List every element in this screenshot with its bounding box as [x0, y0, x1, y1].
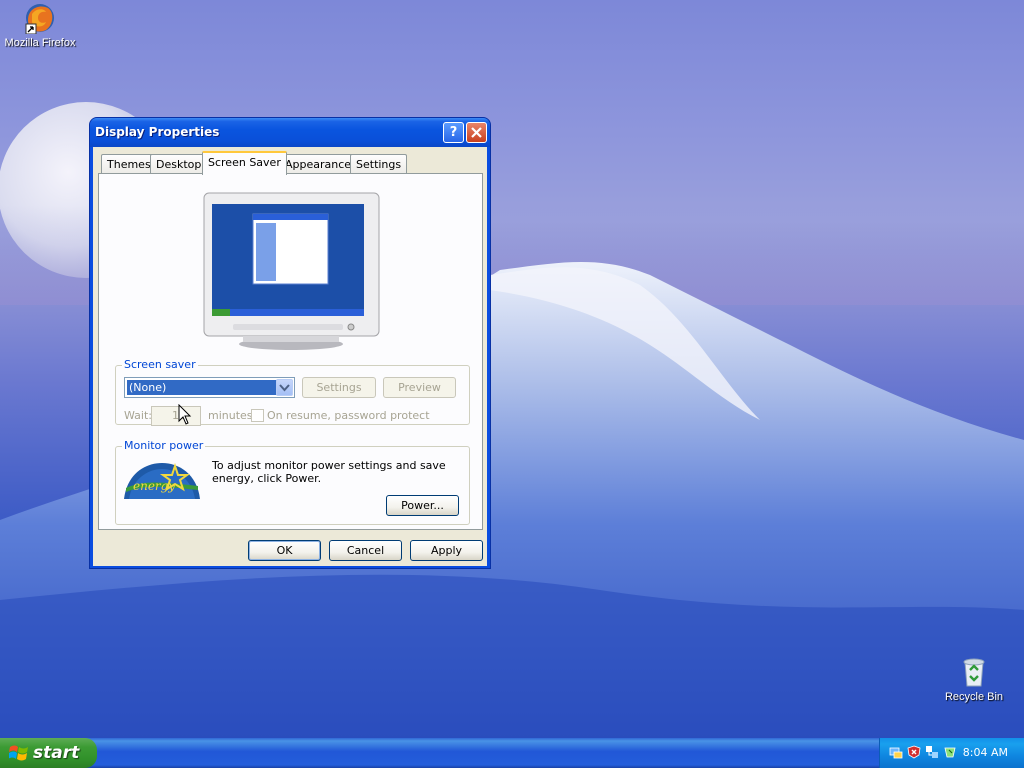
network-icon[interactable]	[889, 745, 903, 759]
screen-saver-panel: Screen saver (None) Settings Preview Wai…	[98, 173, 483, 530]
password-protect-label: On resume, password protect	[267, 409, 430, 422]
screen-saver-selected-value: (None)	[127, 380, 277, 395]
monitor-power-group-label: Monitor power	[122, 439, 206, 452]
power-button[interactable]: Power...	[386, 495, 459, 516]
security-shield-icon[interactable]	[907, 745, 921, 759]
tab-settings[interactable]: Settings	[350, 154, 408, 174]
desktop-icon-label: Mozilla Firefox	[4, 37, 76, 49]
tab-screen-saver[interactable]: Screen Saver	[202, 151, 287, 175]
start-label: start	[33, 743, 80, 763]
chevron-down-icon	[279, 384, 290, 392]
taskbar: start 8:04 AM	[0, 738, 1024, 768]
display-properties-window: Display Properties ? Themes Desktop Scre…	[89, 117, 491, 569]
tab-desktop[interactable]: Desktop	[150, 154, 208, 174]
settings-button[interactable]: Settings	[302, 377, 376, 398]
tab-appearance[interactable]: Appearance	[279, 154, 358, 174]
close-button[interactable]	[466, 122, 487, 143]
desktop-icon-recycle-bin[interactable]: Recycle Bin	[934, 656, 1014, 703]
title-bar[interactable]: Display Properties ?	[90, 118, 490, 147]
tab-themes[interactable]: Themes	[101, 154, 157, 174]
start-button[interactable]: start	[0, 738, 97, 768]
desktop-icon-firefox[interactable]: Mozilla Firefox	[0, 2, 80, 49]
wait-minutes-input[interactable]: 10	[151, 406, 201, 426]
monitor-power-group: Monitor power energy To adjust monitor p…	[115, 439, 470, 525]
windows-logo-icon	[9, 745, 28, 761]
energy-star-logo: energy	[124, 462, 200, 499]
minutes-label: minutes	[208, 409, 253, 422]
ok-button[interactable]: OK	[248, 540, 321, 561]
apply-button[interactable]: Apply	[410, 540, 483, 561]
desktop-icon-label: Recycle Bin	[944, 691, 1004, 703]
energy-logo-text: energy	[133, 479, 175, 493]
wait-label: Wait:	[124, 409, 152, 422]
screen-saver-group-label: Screen saver	[122, 358, 198, 371]
system-tray: 8:04 AM	[879, 738, 1024, 768]
window-title: Display Properties	[95, 125, 220, 139]
monitor-power-description: To adjust monitor power settings and sav…	[212, 459, 446, 485]
help-button[interactable]: ?	[443, 122, 464, 143]
close-icon	[471, 127, 482, 138]
update-icon[interactable]	[943, 745, 957, 759]
dialog-client-area: Themes Desktop Screen Saver Appearance S…	[93, 147, 487, 566]
monitor-preview	[203, 192, 380, 350]
firefox-icon	[25, 4, 54, 34]
preview-button[interactable]: Preview	[383, 377, 456, 398]
recycle-bin-icon	[963, 658, 985, 687]
dropdown-arrow-button[interactable]	[276, 379, 293, 396]
screen-saver-group: Screen saver (None) Settings Preview Wai…	[115, 358, 470, 426]
mouse-cursor	[178, 404, 192, 425]
cancel-button[interactable]: Cancel	[329, 540, 402, 561]
connection-icon[interactable]	[925, 745, 939, 759]
clock: 8:04 AM	[962, 746, 1008, 759]
screen-saver-select[interactable]: (None)	[124, 377, 295, 398]
password-protect-checkbox[interactable]	[251, 409, 264, 422]
